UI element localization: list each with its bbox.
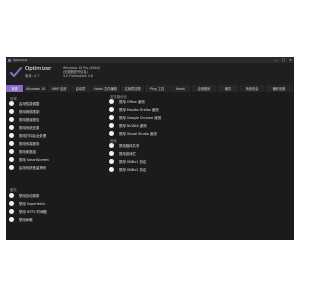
option-label: 禁用媒体共享 — [119, 144, 140, 148]
option-ntfs-timestamp[interactable]: 禁用 NTFS 时间戳 — [9, 209, 47, 214]
toggle-icon[interactable] — [9, 101, 14, 106]
toggle-icon[interactable] — [9, 209, 14, 214]
toggle-icon[interactable] — [109, 115, 114, 120]
tab-uwp-apps[interactable]: UWP 应用 — [48, 85, 71, 92]
option-label: 禁用自动更新 — [19, 194, 40, 198]
option-label: 禁用系统还原 — [19, 126, 40, 130]
option-label: 禁用 Google Chrome 遥测 — [119, 116, 162, 120]
option-label: 禁用 SmartScreen — [19, 158, 49, 162]
option-label: 禁用 SMBv1 协议 — [119, 160, 147, 164]
toggle-icon[interactable] — [9, 141, 14, 146]
option-smbv2[interactable]: 禁用 SMBv2 协议 — [109, 167, 146, 172]
toggle-icon[interactable] — [109, 143, 114, 148]
toggle-icon[interactable] — [9, 125, 14, 130]
option-office-telemetry[interactable]: 禁用 Office 遥测 — [109, 99, 145, 104]
option-label: 禁用游戏栏 — [119, 152, 136, 156]
tab-windows10[interactable]: Windows 10 — [24, 85, 48, 92]
tab-hardware[interactable]: 硬件 — [217, 85, 240, 92]
toggle-icon[interactable] — [109, 123, 114, 128]
toggle-icon[interactable] — [9, 117, 14, 122]
option-label: 启用性能调整 — [19, 102, 40, 106]
option-legacy-volume[interactable]: 启用传统音量滑块 — [9, 165, 46, 170]
option-label: 启用传统音量滑块 — [19, 166, 47, 170]
option-label: 禁用 Visual Studio 遥测 — [119, 132, 157, 136]
toggle-icon[interactable] — [109, 107, 114, 112]
close-button[interactable]: ✕ — [289, 58, 292, 62]
option-label: 禁用 Superfetch — [19, 202, 46, 206]
tab-system-info[interactable]: 系统信息 — [240, 85, 265, 92]
toggle-icon[interactable] — [109, 159, 114, 164]
toggle-icon[interactable] — [109, 131, 114, 136]
option-hibernation[interactable]: 禁用休眠 — [9, 217, 33, 222]
option-label: 禁用 SMBv2 协议 — [119, 168, 147, 172]
tab-registry-cleaner[interactable]: 注册表清理 — [121, 85, 145, 92]
window-controls: — □ ✕ — [275, 58, 292, 62]
option-media-sharing[interactable]: 禁用媒体共享 — [109, 143, 139, 148]
option-label: 禁用休眠 — [19, 218, 33, 222]
option-game-bar[interactable]: 禁用游戏栏 — [109, 151, 136, 156]
option-superfetch[interactable]: 禁用 Superfetch — [9, 201, 45, 206]
minimize-button[interactable]: — — [275, 58, 278, 62]
app-header: Optimizer 版本: 4.7 Windows 10 Pro (64bit)… — [6, 63, 294, 85]
app-icon — [8, 58, 11, 62]
option-print-spooler[interactable]: 禁用打印后台处理 — [9, 133, 46, 138]
toggle-icon[interactable] — [109, 151, 114, 156]
option-vs-telemetry[interactable]: 禁用 Visual Studio 遥测 — [109, 131, 157, 136]
sysinfo-framework: 4.0 Framework 4.8 — [63, 74, 93, 78]
tab-hosts-editor[interactable]: Hosts 文件编辑 — [91, 85, 121, 92]
option-auto-updates[interactable]: 禁用自动更新 — [9, 193, 39, 198]
option-system-restore[interactable]: 禁用系统还原 — [9, 125, 39, 130]
toggle-icon[interactable] — [109, 99, 114, 104]
toggle-icon[interactable] — [9, 217, 14, 222]
option-homegroup[interactable]: 禁用家庭组 — [9, 149, 36, 154]
toggle-icon[interactable] — [109, 167, 114, 172]
toggle-icon[interactable] — [9, 109, 14, 114]
option-label: 禁用 NTFS 时间戳 — [19, 210, 47, 214]
tab-startup[interactable]: 启动项 — [71, 85, 91, 92]
tab-general[interactable]: 常规 — [6, 85, 24, 92]
tab-bar: 常规 Windows 10 UWP 应用 启动项 Hosts 文件编辑 注册表清… — [6, 85, 294, 92]
option-label: 禁用错误报告 — [19, 118, 40, 122]
tab-ping[interactable]: Ping 工具 — [145, 85, 170, 92]
option-label: 禁用传真服务 — [19, 142, 40, 146]
maximize-button[interactable]: □ — [282, 58, 285, 62]
option-label: 禁用网络限制 — [19, 110, 40, 114]
app-name: Optimizer — [25, 66, 52, 72]
toggle-icon[interactable] — [9, 193, 14, 198]
option-label: 禁用家庭组 — [19, 150, 36, 154]
option-performance[interactable]: 启用性能调整 — [9, 101, 39, 106]
section-services-title: 服务 — [10, 188, 17, 192]
optimizer-window: Optimizer — □ ✕ Optimizer 版本: 4.7 Window… — [6, 57, 294, 240]
toggle-icon[interactable] — [9, 149, 14, 154]
system-info: Windows 10 Pro (64bit) (处理器型号信息) 4.0 Fra… — [63, 66, 100, 78]
option-label: 禁用 NVIDIA 遥测 — [119, 124, 147, 128]
option-smartscreen[interactable]: 禁用 SmartScreen — [9, 157, 49, 162]
option-smbv1[interactable]: 禁用 SMBv1 协议 — [109, 159, 146, 164]
option-firefox-telemetry[interactable]: 禁用 Mozilla Firefox 遥测 — [109, 107, 159, 112]
option-chrome-telemetry[interactable]: 禁用 Google Chrome 遥测 — [109, 115, 161, 120]
option-error-reporting[interactable]: 禁用错误报告 — [9, 117, 39, 122]
tab-hosts[interactable]: Hosts — [170, 85, 192, 92]
window-title: Optimizer — [13, 58, 28, 62]
app-version: 版本: 4.7 — [25, 74, 40, 78]
optimizer-logo-icon — [10, 67, 22, 77]
toggle-icon[interactable] — [9, 201, 14, 206]
option-network-throttling[interactable]: 禁用网络限制 — [9, 109, 39, 114]
toggle-icon[interactable] — [9, 165, 14, 170]
toggle-icon[interactable] — [9, 133, 14, 138]
tab-apps[interactable]: 应用程序 — [192, 85, 217, 92]
option-label: 禁用打印后台处理 — [19, 134, 47, 138]
option-fax[interactable]: 禁用传真服务 — [9, 141, 39, 146]
option-label: 禁用 Office 遥测 — [119, 100, 145, 104]
option-label: 禁用 Mozilla Firefox 遥测 — [119, 108, 159, 112]
option-nvidia-telemetry[interactable]: 禁用 NVIDIA 遥测 — [109, 123, 147, 128]
toggle-icon[interactable] — [9, 157, 14, 162]
tab-preferences[interactable]: 偏好设置 — [265, 85, 294, 92]
